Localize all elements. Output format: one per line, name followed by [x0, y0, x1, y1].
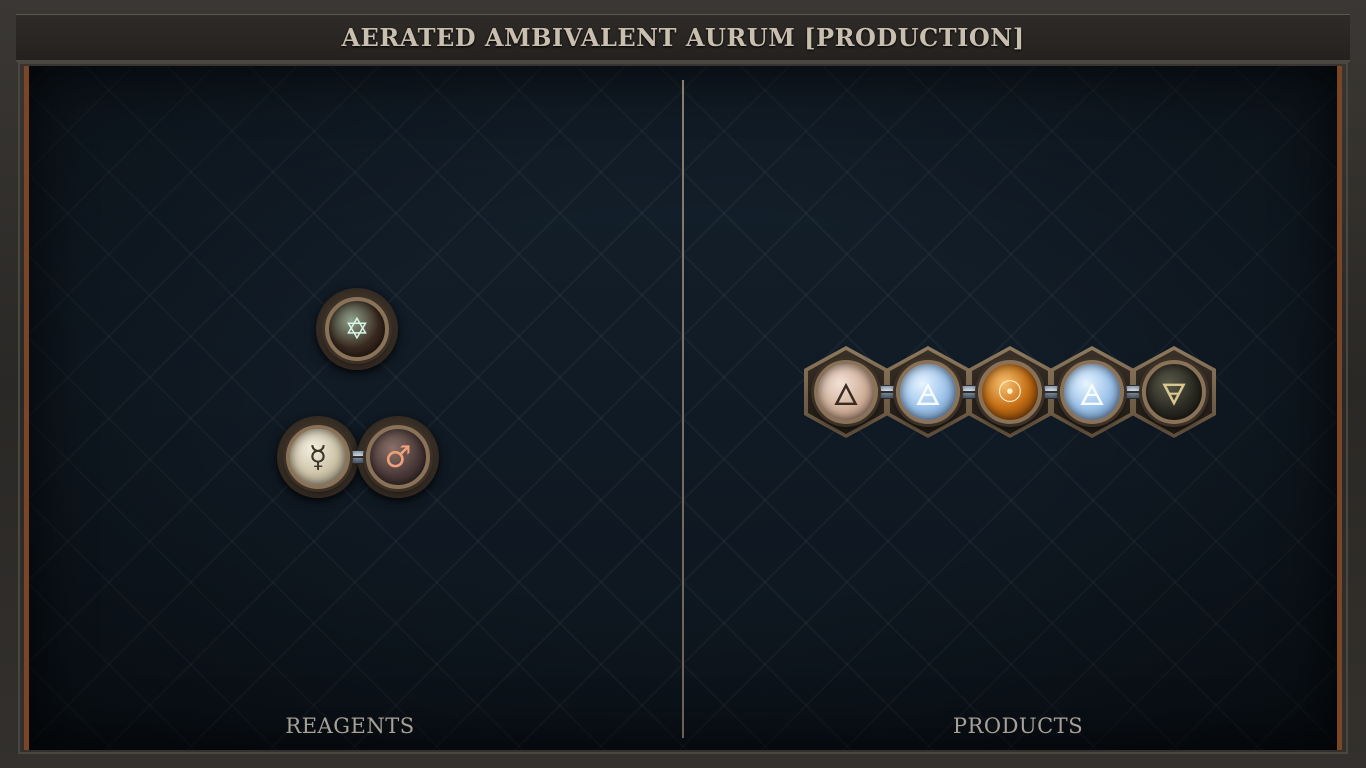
panel-divider	[682, 80, 684, 738]
reagents-label: REAGENTS	[285, 714, 415, 738]
air-icon: 🜁	[1078, 377, 1106, 413]
salt-icon: ✡	[344, 311, 370, 347]
mors-icon: 🜃	[1160, 377, 1188, 413]
puzzle-title: AERATED AMBIVALENT AURUM [PRODUCTION]	[341, 23, 1025, 52]
air-icon: 🜁	[914, 377, 942, 413]
gold-icon: ☉	[996, 374, 1024, 410]
reagent-2-iron-atom[interactable]: ♂	[366, 425, 430, 489]
reagent-1-salt-atom[interactable]: ✡	[325, 297, 389, 361]
reagent-2-quicksilver-atom[interactable]: ☿	[286, 425, 350, 489]
product-air-atom-2[interactable]: 🜁	[1060, 360, 1124, 424]
product-vitae-atom[interactable]: 🜂	[814, 360, 878, 424]
quicksilver-icon: ☿	[308, 439, 328, 475]
title-bar: AERATED AMBIVALENT AURUM [PRODUCTION]	[16, 14, 1350, 62]
products-label: PRODUCTS	[952, 714, 1084, 738]
product-gold-atom[interactable]: ☉	[978, 360, 1042, 424]
product-air-atom-1[interactable]: 🜁	[896, 360, 960, 424]
iron-icon: ♂	[384, 439, 412, 475]
vitae-icon: 🜂	[832, 377, 860, 413]
product-mors-atom[interactable]: 🜃	[1142, 360, 1206, 424]
